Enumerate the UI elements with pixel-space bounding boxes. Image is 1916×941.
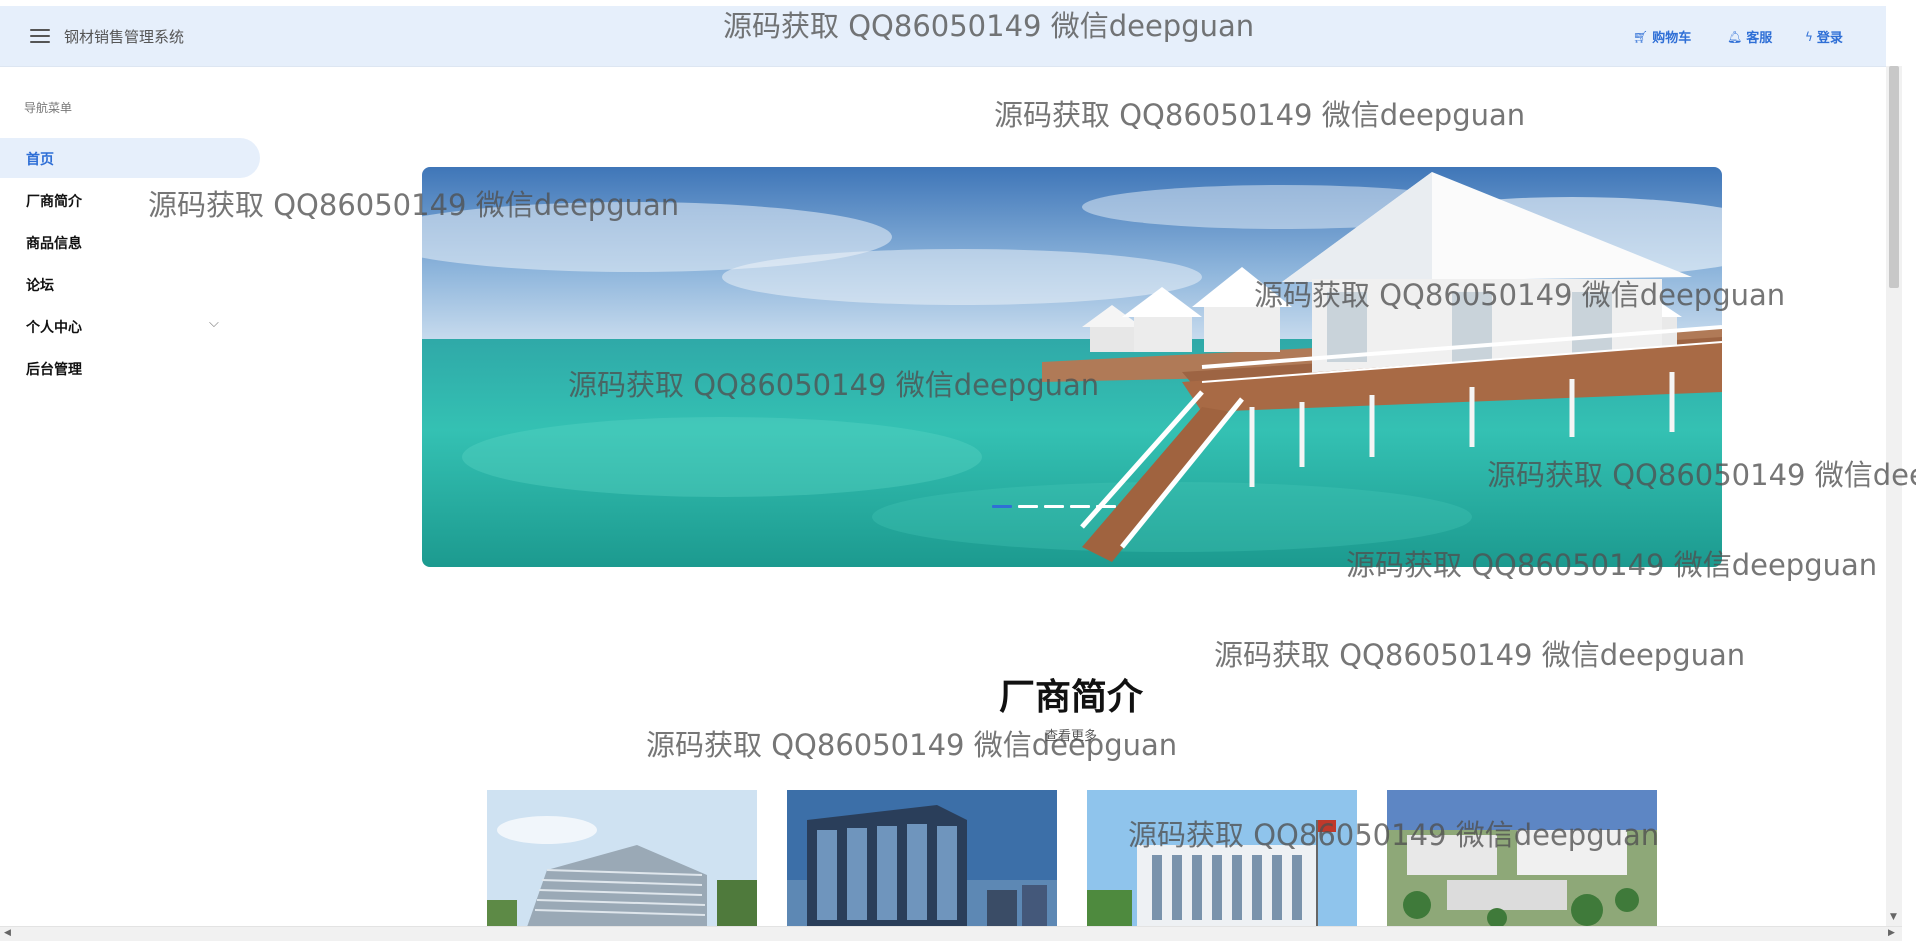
lightning-icon: ϟ [1805, 29, 1813, 44]
carousel-dot[interactable] [992, 505, 1012, 508]
sidebar-item-vendor-intro[interactable]: 厂商简介 [0, 180, 260, 220]
vendor-thumbnail-2[interactable] [787, 790, 1057, 927]
sidebar-item-label: 厂商简介 [26, 194, 82, 210]
section-title: 厂商简介 [998, 677, 1143, 718]
sidebar-item-label: 论坛 [26, 278, 54, 294]
banner-carousel[interactable] [422, 167, 1722, 567]
sidebar-item-home[interactable]: 首页 [0, 138, 260, 178]
vendor-thumbnails [487, 790, 1657, 927]
service-link[interactable]: 🔔︎ 客服 [1727, 27, 1773, 47]
vendor-thumbnail-1[interactable] [487, 790, 757, 927]
sidebar-item-personal-center[interactable]: 个人中心 ⌵ [0, 306, 260, 346]
sidebar-item-forum[interactable]: 论坛 [0, 264, 260, 304]
sidebar-item-label: 商品信息 [26, 236, 82, 252]
bell-icon: 🔔︎ [1727, 29, 1743, 44]
building-image [1087, 790, 1357, 927]
horizontal-scrollbar[interactable]: ◀ ▶ [0, 926, 1902, 941]
scroll-left-icon[interactable]: ◀ [4, 928, 11, 938]
cart-icon: 🛒︎ [1633, 29, 1649, 44]
sidebar-item-label: 后台管理 [26, 362, 82, 378]
chevron-down-icon[interactable]: ⌵ [209, 316, 219, 331]
cart-link[interactable]: 🛒︎ 购物车 [1633, 27, 1692, 47]
vendor-thumbnail-3[interactable] [1087, 790, 1357, 927]
cart-label: 购物车 [1652, 31, 1692, 46]
carousel-dot[interactable] [1096, 505, 1116, 508]
vertical-scrollbar[interactable]: ▲ ▼ [1886, 66, 1902, 926]
watermark-text: 源码获取 QQ86050149 微信deepguan [994, 98, 1526, 132]
sidebar-item-products[interactable]: 商品信息 [0, 222, 260, 262]
view-more-link[interactable]: 查看更多 [0, 725, 1916, 744]
carousel-dot[interactable] [1044, 505, 1064, 508]
building-image [1387, 790, 1657, 927]
carousel-dot[interactable] [1070, 505, 1090, 508]
top-header: 钢材销售管理系统 🛒︎ 购物车 🔔︎ 客服 ϟ 登录 [0, 6, 1886, 67]
nav-caption: 导航菜单 [24, 101, 73, 115]
building-image [487, 790, 757, 927]
service-label: 客服 [1746, 31, 1773, 46]
vendor-thumbnail-4[interactable] [1387, 790, 1657, 927]
hamburger-icon[interactable] [30, 28, 50, 44]
app-title: 钢材销售管理系统 [64, 28, 185, 46]
carousel-dot[interactable] [1018, 505, 1038, 508]
scroll-down-icon[interactable]: ▼ [1890, 912, 1897, 922]
sidebar: 导航菜单 首页 厂商简介 商品信息 论坛 个人中心 ⌵ 后台管理 [0, 67, 265, 927]
sidebar-item-label: 首页 [26, 152, 54, 168]
building-image [787, 790, 1057, 927]
sidebar-item-admin[interactable]: 后台管理 [0, 348, 260, 388]
login-link[interactable]: ϟ 登录 [1805, 27, 1843, 47]
scroll-right-icon[interactable]: ▶ [1888, 928, 1895, 938]
sidebar-item-label: 个人中心 [26, 320, 82, 336]
scrollbar-thumb[interactable] [1889, 66, 1899, 288]
carousel-indicators [992, 505, 1116, 508]
login-label: 登录 [1816, 31, 1843, 46]
